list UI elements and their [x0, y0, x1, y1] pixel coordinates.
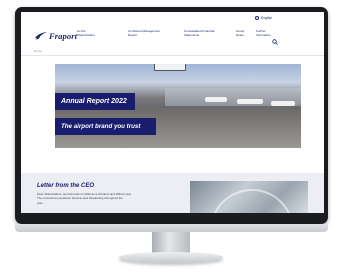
- nav-label: Information: [256, 32, 272, 37]
- fraport-logo[interactable]: Fraport: [34, 31, 77, 41]
- hero-title: Annual Report 2022: [55, 93, 135, 110]
- nav-item-management-report[interactable]: Combined Management Report: [128, 29, 160, 38]
- fraport-plane-icon: [35, 32, 47, 40]
- letter-body: Dear Shareholders, we look back on 2022 …: [37, 192, 177, 205]
- header-divider: [21, 55, 324, 56]
- nav-label: Statements: [184, 32, 200, 37]
- airplane: [271, 101, 295, 106]
- nav-label: Shareholders: [77, 32, 95, 37]
- terminal-roof-arch: [210, 189, 294, 213]
- monitor-stand-neck: [152, 232, 190, 254]
- search-icon[interactable]: [272, 32, 278, 50]
- monitor-chin: [15, 224, 328, 232]
- logo-text: Fraport: [49, 31, 78, 41]
- sky-train: [154, 64, 186, 71]
- breadcrumb[interactable]: Home: [34, 49, 42, 53]
- nav-label: Notes: [236, 32, 244, 37]
- airplane: [205, 97, 227, 102]
- monitor-stand-base: [119, 252, 223, 263]
- nav-item-financial-statements[interactable]: Consolidated Financial Statements: [184, 29, 214, 38]
- airplane: [237, 99, 263, 104]
- nav-item-further-information[interactable]: Further Information: [256, 29, 272, 38]
- globe-icon: [255, 16, 259, 20]
- nav-label: Report: [128, 32, 138, 37]
- letter-body-line: year ...: [37, 200, 46, 205]
- nav-item-shareholders[interactable]: At Our Shareholders: [77, 29, 95, 38]
- language-selector[interactable]: English: [255, 16, 272, 20]
- nav-item-group-notes[interactable]: Group Notes: [236, 29, 244, 38]
- letter-image: [190, 181, 308, 213]
- letter-title[interactable]: Letter from the CEO: [37, 183, 94, 189]
- hero-subtitle: The airport brand you trust: [55, 118, 156, 135]
- language-label: English: [261, 16, 273, 20]
